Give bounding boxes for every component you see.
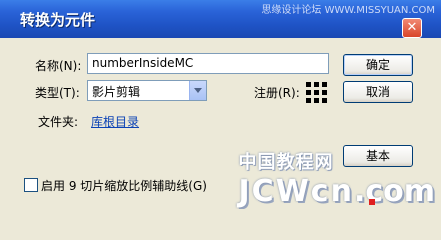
- nine-slice-label[interactable]: 启用 9 切片缩放比例辅助线(G): [41, 177, 207, 194]
- registration-point[interactable]: [314, 82, 319, 87]
- ok-button-label: 确定: [365, 58, 390, 72]
- registration-point[interactable]: [322, 90, 327, 95]
- nine-slice-checkbox[interactable]: [24, 178, 38, 192]
- registration-point[interactable]: [322, 98, 327, 103]
- library-root-link[interactable]: 库根目录: [91, 113, 139, 130]
- type-select-value: 影片剪辑: [92, 85, 141, 99]
- folder-label: 文件夹:: [38, 115, 79, 129]
- watermark-tld: .com: [353, 174, 435, 209]
- registration-point[interactable]: [306, 98, 311, 103]
- registration-label: 注册(R):: [254, 86, 300, 100]
- site-watermark: 中国教程网 JCWcn.com: [239, 148, 435, 209]
- registration-point[interactable]: [322, 82, 327, 87]
- watermark-en: JCWcn: [238, 174, 354, 209]
- cancel-button-label: 取消: [365, 85, 390, 99]
- close-icon: ✕: [406, 20, 418, 35]
- type-label: 类型(T):: [35, 86, 80, 100]
- ok-button[interactable]: 确定: [343, 54, 413, 76]
- type-select[interactable]: 影片剪辑: [87, 80, 207, 101]
- red-marker: [369, 199, 375, 205]
- convert-to-symbol-dialog: 转换为元件 思缘设计论坛 WWW.MISSYUAN.COM ✕ 名称(N): n…: [0, 0, 441, 209]
- watermark-cn: 中国教程网: [238, 152, 334, 173]
- name-label: 名称(N):: [35, 59, 82, 73]
- registration-grid[interactable]: [306, 82, 328, 104]
- registration-point[interactable]: [314, 98, 319, 103]
- close-button[interactable]: ✕: [402, 18, 422, 38]
- watermark-text: 思缘设计论坛 WWW.MISSYUAN.COM: [261, 5, 435, 16]
- registration-point[interactable]: [306, 82, 311, 87]
- title-bar[interactable]: 转换为元件 思缘设计论坛 WWW.MISSYUAN.COM ✕: [0, 0, 441, 38]
- name-input-value: numberInsideMC: [92, 56, 194, 70]
- name-input[interactable]: numberInsideMC: [87, 53, 329, 74]
- cancel-button[interactable]: 取消: [343, 81, 413, 103]
- registration-point[interactable]: [306, 90, 311, 95]
- chevron-down-icon[interactable]: [189, 81, 206, 100]
- dialog-title: 转换为元件: [20, 11, 96, 29]
- registration-point[interactable]: [314, 90, 319, 95]
